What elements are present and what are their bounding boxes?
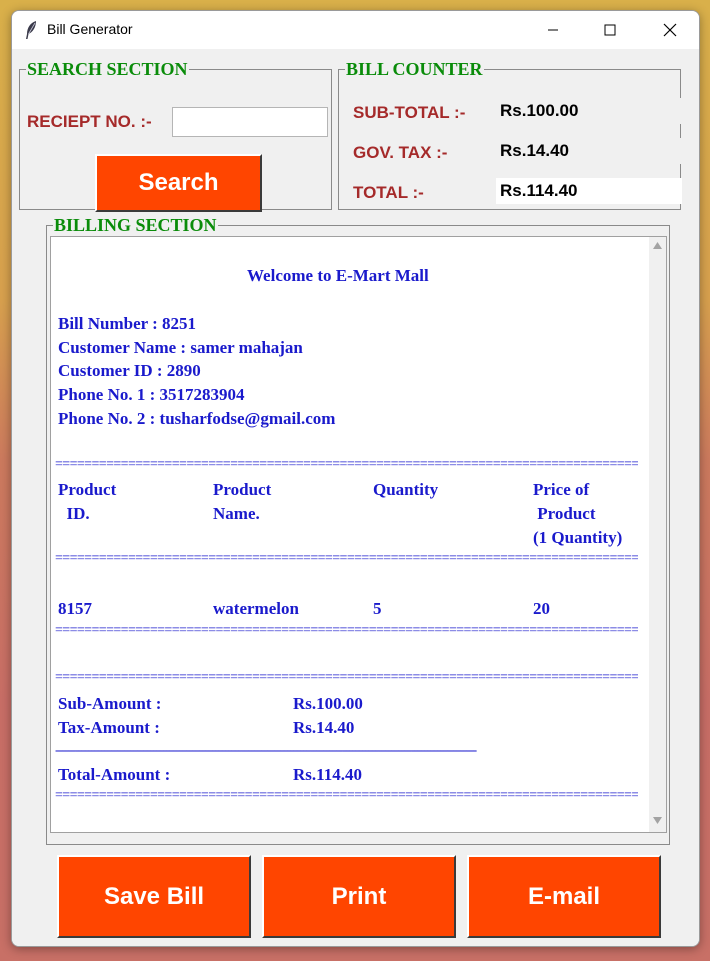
dash-separator-line: ----------------------------------------… <box>55 744 477 758</box>
separator-line: ========================================… <box>55 458 638 472</box>
feather-icon <box>26 21 36 39</box>
customer-name-line: Customer Name : samer mahajan <box>58 338 303 357</box>
header-product-name-2: Name. <box>213 504 260 523</box>
search-button[interactable]: Search <box>95 154 262 212</box>
header-price-3: (1 Quantity) <box>533 528 623 547</box>
title-bar[interactable]: Bill Generator <box>12 11 699 49</box>
minimize-button[interactable] <box>530 11 576 49</box>
minimize-icon <box>548 29 558 31</box>
separator-line: ========================================… <box>55 552 638 566</box>
billing-section-frame: BILLING SECTION Welcome to E-Mart Mall B… <box>46 215 670 845</box>
item-id: 8157 <box>58 599 92 618</box>
app-window: Bill Generator SEARCH SECTION RECIEPT NO… <box>11 10 700 947</box>
close-button[interactable] <box>647 11 693 49</box>
vertical-scrollbar[interactable] <box>649 237 666 832</box>
scroll-up-icon[interactable] <box>653 242 662 249</box>
tax-field[interactable]: Rs.14.40 <box>496 138 682 164</box>
header-product-id-2: ID. <box>58 504 90 523</box>
welcome-line: Welcome to E-Mart Mall <box>247 266 429 285</box>
total-amount-value: Rs.114.40 <box>293 765 362 784</box>
email-button[interactable]: E-mail <box>467 855 661 938</box>
bill-textarea[interactable]: Welcome to E-Mart Mall Bill Number : 825… <box>50 236 667 833</box>
total-field[interactable]: Rs.114.40 <box>496 178 682 204</box>
header-product-name-1: Product <box>213 480 272 499</box>
item-name: watermelon <box>213 599 299 618</box>
scroll-down-icon[interactable] <box>653 817 662 824</box>
total-amount-label: Total-Amount : <box>58 765 171 784</box>
window-body: SEARCH SECTION RECIEPT NO. :- Search BIL… <box>12 49 699 946</box>
separator-line: ========================================… <box>55 624 638 638</box>
bill-counter-frame: BILL COUNTER SUB-TOTAL :- Rs.100.00 GOV.… <box>338 59 682 210</box>
billing-section-legend: BILLING SECTION <box>53 215 218 235</box>
phone1-line: Phone No. 1 : 3517283904 <box>58 385 245 404</box>
tax-amount-value: Rs.14.40 <box>293 718 355 737</box>
customer-id-line: Customer ID : 2890 <box>58 361 201 380</box>
maximize-icon <box>604 24 616 36</box>
tax-amount-label: Tax-Amount : <box>58 718 160 737</box>
receipt-label: RECIEPT NO. :- <box>27 112 152 131</box>
item-quantity: 5 <box>373 599 382 618</box>
bill-counter-legend: BILL COUNTER <box>345 59 484 79</box>
tax-label: GOV. TAX :- <box>353 143 448 162</box>
bill-number-line: Bill Number : 8251 <box>58 314 197 333</box>
header-price-1: Price of <box>533 480 590 499</box>
receipt-input[interactable] <box>172 107 328 137</box>
separator-line: ========================================… <box>55 671 638 685</box>
close-icon <box>663 23 677 37</box>
subtotal-label: SUB-TOTAL :- <box>353 103 466 122</box>
window-title: Bill Generator <box>47 21 133 37</box>
save-bill-button[interactable]: Save Bill <box>57 855 251 938</box>
item-price: 20 <box>533 599 550 618</box>
sub-amount-value: Rs.100.00 <box>293 694 363 713</box>
maximize-button[interactable] <box>587 11 633 49</box>
header-product-id-1: Product <box>58 480 117 499</box>
header-quantity: Quantity <box>373 480 439 499</box>
search-section-frame: SEARCH SECTION RECIEPT NO. :- Search <box>19 59 332 212</box>
subtotal-field[interactable]: Rs.100.00 <box>496 98 682 124</box>
total-label: TOTAL :- <box>353 183 424 202</box>
print-button[interactable]: Print <box>262 855 456 938</box>
sub-amount-label: Sub-Amount : <box>58 694 162 713</box>
search-section-legend: SEARCH SECTION <box>26 59 189 79</box>
header-price-2: Product <box>533 504 596 523</box>
phone2-line: Phone No. 2 : tusharfodse@gmail.com <box>58 409 336 428</box>
separator-line: ========================================… <box>55 789 638 803</box>
